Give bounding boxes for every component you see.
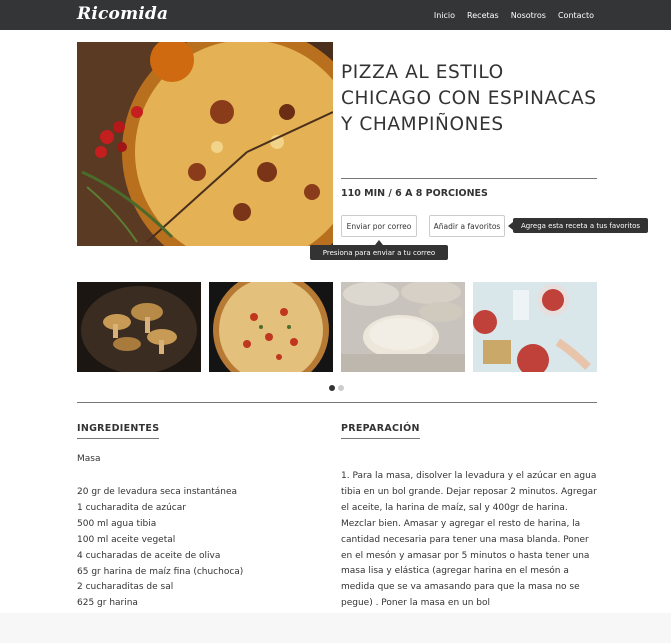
nav-link-contacto[interactable]: Contacto	[558, 11, 594, 20]
section-divider	[77, 402, 597, 403]
email-tooltip: Presiona para enviar a tu correo	[310, 240, 448, 260]
recipe-meta: 110 MIN / 6 A 8 PORCIONES	[341, 188, 488, 199]
nav-links: Inicio Recetas Nosotros Contacto	[434, 0, 594, 30]
navbar: Ricomida Inicio Recetas Nosotros Contact…	[0, 0, 671, 30]
recipe-title: PIZZA AL ESTILO CHICAGO CON ESPINACAS Y …	[341, 62, 597, 135]
carousel-dot-2[interactable]	[338, 385, 344, 391]
ingredient-item: 1 cucharadita de azúcar	[77, 502, 186, 513]
thumbnail-mushrooms[interactable]	[77, 282, 201, 372]
carousel-dot-1[interactable]	[329, 385, 335, 391]
ingredient-item: 625 gr harina	[77, 598, 138, 609]
ingredient-item: 65 gr harina de maíz fina (chuchoca)	[77, 566, 244, 577]
hero-pizza-image	[77, 42, 333, 246]
favorite-button[interactable]: Añadir a favoritos	[429, 215, 505, 237]
thumbnail-dough[interactable]	[341, 282, 465, 372]
page-bottom-fade	[0, 613, 671, 643]
preparation-text: 1. Para la masa, disolver la levadura y …	[341, 471, 597, 609]
ingredient-item: 100 ml aceite vegetal	[77, 534, 176, 545]
ingredient-item: 4 cucharadas de aceite de oliva	[77, 550, 221, 561]
thumbnail-pizza[interactable]	[209, 282, 333, 372]
ingredient-item: 500 ml agua tibia	[77, 518, 157, 529]
ingredient-item: 2 cucharaditas de sal	[77, 582, 174, 593]
nav-link-recetas[interactable]: Recetas	[467, 11, 499, 20]
nav-link-nosotros[interactable]: Nosotros	[511, 11, 546, 20]
preparation-heading: PREPARACIÓN	[341, 423, 420, 439]
email-button[interactable]: Enviar por correo	[341, 215, 417, 237]
title-divider	[341, 178, 597, 179]
favorite-tooltip: Agrega esta receta a tus favoritos	[508, 218, 648, 233]
thumbnail-fruit[interactable]	[473, 282, 597, 372]
brand-logo[interactable]: Ricomida	[77, 4, 168, 24]
nav-link-inicio[interactable]: Inicio	[434, 11, 455, 20]
ingredients-heading: INGREDIENTES	[77, 423, 160, 439]
ingredients-group-title: Masa	[77, 454, 101, 464]
ingredients-list: 20 gr de levadura seca instantánea 1 cuc…	[77, 485, 243, 612]
ingredient-item: 20 gr de levadura seca instantánea	[77, 487, 238, 497]
